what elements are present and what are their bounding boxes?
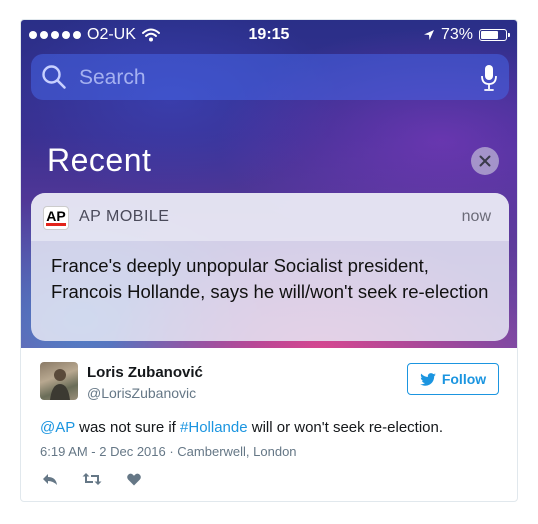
clear-recent-button[interactable] — [471, 147, 499, 175]
avatar[interactable] — [40, 362, 78, 400]
reply-button[interactable] — [40, 471, 60, 487]
notification-card[interactable]: AP AP MOBILE now France's deeply unpopul… — [31, 193, 509, 341]
ap-app-icon: AP — [43, 206, 69, 230]
search-input[interactable] — [77, 62, 461, 94]
tweet-text-part2: will or won't seek re-election. — [247, 419, 444, 436]
close-icon — [479, 155, 491, 167]
tweet-text: @AP was not sure if #Hollande will or wo… — [40, 419, 443, 436]
author-handle[interactable]: @LorisZubanovic — [87, 385, 196, 401]
tweet-actions — [40, 471, 144, 487]
ios-screenshot: O2-UK 19:15 73% Search Recent AP AP MOBI… — [21, 20, 517, 348]
battery-icon — [479, 29, 510, 41]
search-icon — [42, 65, 66, 89]
retweet-button[interactable] — [82, 471, 102, 487]
hashtag-link[interactable]: #Hollande — [180, 419, 248, 436]
twitter-bird-icon — [420, 372, 436, 386]
status-bar: O2-UK 19:15 73% — [21, 20, 517, 48]
tweet-text-part1: was not sure if — [74, 419, 181, 436]
follow-label: Follow — [441, 371, 487, 387]
location-arrow-icon — [423, 30, 434, 40]
like-button[interactable] — [124, 471, 144, 487]
reply-icon — [43, 474, 57, 485]
ap-icon-text: AP — [46, 208, 66, 224]
retweet-icon — [82, 473, 102, 485]
notification-time: now — [461, 208, 491, 225]
avatar-image — [50, 369, 70, 400]
microphone-icon[interactable] — [479, 64, 499, 92]
battery-percent: 73% — [440, 26, 473, 43]
ap-icon-bar — [46, 223, 66, 226]
embedded-tweet-card: O2-UK 19:15 73% Search Recent AP AP MOBI… — [20, 19, 518, 502]
notification-header: AP AP MOBILE now — [31, 193, 509, 241]
tweet-meta[interactable]: 6:19 AM - 2 Dec 2016 · Camberwell, Londo… — [40, 444, 297, 459]
battery-fill — [481, 31, 498, 39]
section-title: Recent — [47, 142, 152, 178]
heart-icon — [127, 473, 141, 485]
notification-app-name: AP MOBILE — [79, 208, 170, 225]
author-name[interactable]: Loris Zubanović — [87, 364, 203, 381]
status-bar-right: 73% — [423, 26, 510, 44]
follow-button[interactable]: Follow — [407, 363, 499, 395]
search-bar[interactable] — [31, 54, 509, 100]
notification-body: France's deeply unpopular Socialist pres… — [51, 255, 489, 302]
mention-link[interactable]: @AP — [40, 419, 75, 436]
